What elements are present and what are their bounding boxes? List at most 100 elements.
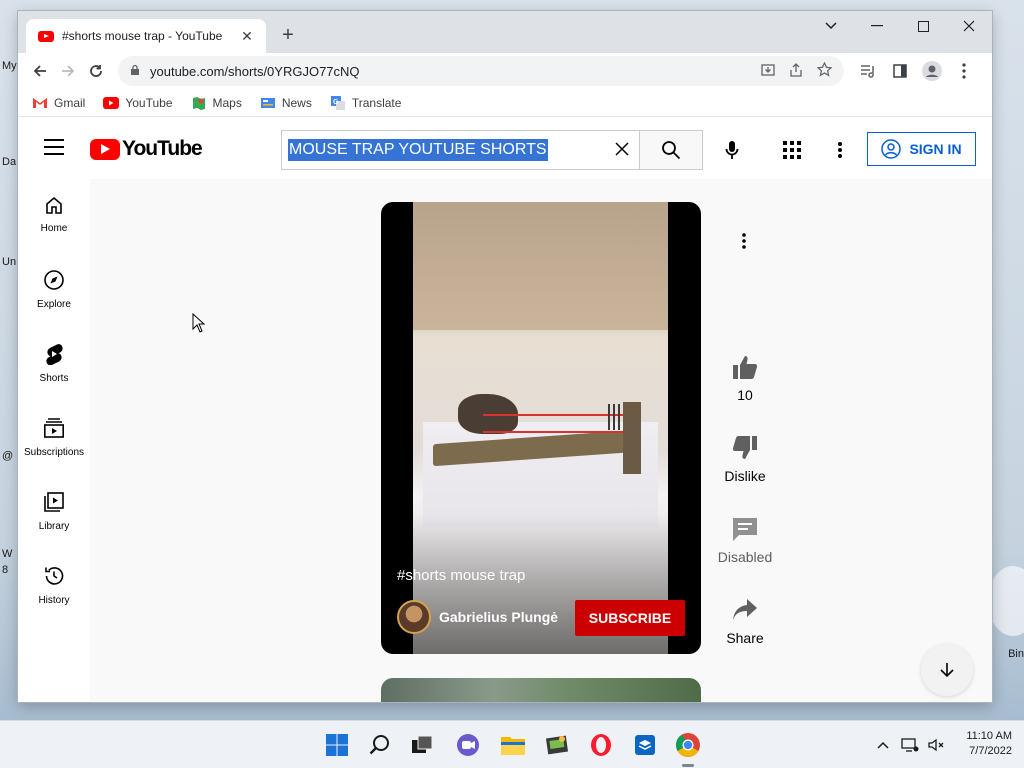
channel-avatar[interactable] (397, 600, 431, 634)
browser-tab[interactable]: #shorts mouse trap - YouTube ✕ (26, 19, 266, 53)
profile-avatar-icon[interactable] (918, 57, 946, 85)
tab-search-icon[interactable] (808, 11, 854, 41)
app-icon[interactable] (541, 729, 573, 761)
close-tab-icon[interactable]: ✕ (238, 28, 256, 45)
voice-search-button[interactable] (714, 132, 750, 168)
desktop-icon-label[interactable]: My (2, 60, 17, 72)
sidebar-item-shorts[interactable]: Shorts (18, 327, 90, 401)
opera-icon[interactable] (585, 729, 617, 761)
bookmark-youtube[interactable]: YouTube (103, 96, 173, 110)
sidebar-item-label: Explore (37, 299, 71, 310)
youtube-icon (103, 96, 120, 110)
start-icon[interactable] (321, 729, 353, 761)
channel-name[interactable]: Gabrielius Plungė (439, 609, 558, 625)
microphone-icon (725, 141, 739, 159)
bookmark-label: Translate (351, 95, 402, 110)
youtube-apps-button[interactable] (774, 132, 810, 168)
bookmark-news[interactable]: News (260, 96, 312, 110)
clock[interactable]: 11:10 AM 7/7/2022 (966, 729, 1012, 759)
url-text[interactable]: youtube.com/shorts/0YRGJO77cNQ (150, 64, 747, 79)
desktop-icon-label[interactable]: Un (2, 256, 16, 268)
task-view-icon[interactable] (406, 729, 438, 761)
youtube-logo-icon (90, 138, 120, 160)
chrome-icon[interactable] (672, 729, 704, 767)
desktop-icon-label[interactable]: W (2, 548, 12, 560)
next-video-button[interactable] (921, 644, 973, 696)
youtube-logo[interactable]: YouTube (90, 137, 203, 161)
close-window-button[interactable] (946, 11, 992, 41)
sidebar-item-home[interactable]: Home (18, 179, 90, 253)
lock-icon[interactable] (130, 64, 140, 79)
recycle-bin-label[interactable]: Bin (1008, 648, 1024, 660)
side-panel-icon[interactable] (886, 57, 914, 85)
subscribe-button[interactable]: SUBSCRIBE (575, 600, 685, 636)
explore-icon (44, 270, 64, 290)
more-vert-icon (742, 233, 746, 249)
share-icon[interactable] (789, 62, 803, 80)
bookmark-label: News (281, 95, 312, 110)
settings-more-button[interactable] (822, 132, 858, 168)
bookmark-star-icon[interactable] (816, 61, 833, 80)
search-input[interactable]: MOUSE TRAP YOUTUBE SHORTS (281, 130, 639, 170)
network-icon[interactable] (900, 735, 920, 755)
tab-title: #shorts mouse trap - YouTube (62, 29, 223, 43)
mouse-cursor-icon (192, 313, 206, 333)
history-icon (45, 567, 64, 585)
store-icon[interactable] (629, 729, 661, 761)
bookmark-translate[interactable]: G Translate (330, 95, 402, 110)
mouse-trap-block (623, 402, 641, 474)
sidebar-item-subscriptions[interactable]: Subscriptions (18, 401, 90, 475)
bookmark-gmail[interactable]: Gmail (32, 96, 85, 110)
desktop-icon-label[interactable]: @ (2, 450, 13, 462)
gmail-icon (32, 96, 48, 110)
search-query-text[interactable]: MOUSE TRAP YOUTUBE SHORTS (288, 139, 548, 161)
browser-menu-icon[interactable] (950, 57, 978, 85)
next-short-preview[interactable] (381, 678, 701, 702)
show-hidden-icons-icon[interactable] (873, 735, 893, 755)
forward-button[interactable] (54, 57, 82, 85)
youtube-page: YouTube MOUSE TRAP YOUTUBE SHORTS SIGN I… (18, 117, 992, 702)
dislike-button[interactable]: Dislike (710, 434, 780, 484)
file-explorer-icon[interactable] (497, 729, 529, 761)
sidebar-item-label: History (38, 595, 70, 606)
comment-icon (733, 518, 757, 541)
channel-info[interactable]: Gabrielius Plungė (397, 600, 558, 634)
bookmark-maps[interactable]: Maps (191, 96, 242, 110)
back-button[interactable] (26, 57, 54, 85)
menu-icon[interactable] (44, 139, 64, 160)
sidebar-item-explore[interactable]: Explore (18, 253, 90, 327)
library-icon (44, 492, 64, 512)
address-bar[interactable]: youtube.com/shorts/0YRGJO77cNQ (118, 56, 844, 86)
desktop-icon-label[interactable]: 8 (2, 564, 8, 576)
youtube-logo-text: YouTube (122, 137, 203, 160)
like-button[interactable]: 10 (710, 353, 780, 403)
comments-disabled-label: Disabled (717, 549, 773, 565)
maximize-button[interactable] (900, 11, 946, 41)
video-frame[interactable] (413, 202, 668, 654)
share-arrow-icon (733, 599, 757, 620)
reading-list-icon[interactable] (854, 57, 882, 85)
sign-in-button[interactable]: SIGN IN (867, 132, 976, 166)
maps-icon (191, 96, 207, 110)
short-video-player[interactable]: #shorts mouse trap Gabrielius Plungė SUB… (381, 202, 701, 654)
recycle-bin-icon[interactable] (988, 566, 1024, 636)
reload-button[interactable] (82, 57, 110, 85)
clear-search-icon[interactable] (615, 139, 629, 162)
install-app-icon[interactable] (761, 63, 775, 80)
search-icon[interactable] (364, 729, 396, 761)
minimize-button[interactable] (854, 11, 900, 41)
more-vert-icon (838, 142, 842, 158)
comments-button[interactable]: Disabled (710, 515, 780, 565)
short-title[interactable]: #shorts mouse trap (397, 567, 525, 584)
short-more-options-button[interactable] (728, 225, 760, 257)
share-button[interactable]: Share (710, 596, 780, 646)
desktop-icon-label[interactable]: Da (2, 156, 16, 168)
share-label: Share (726, 630, 764, 646)
sidebar-item-history[interactable]: History (18, 549, 90, 623)
volume-muted-icon[interactable] (926, 735, 946, 755)
search-icon (662, 141, 681, 160)
chat-icon[interactable] (452, 729, 484, 761)
search-button[interactable] (639, 130, 703, 170)
sidebar-item-library[interactable]: Library (18, 475, 90, 549)
new-tab-button[interactable]: + (276, 23, 300, 47)
